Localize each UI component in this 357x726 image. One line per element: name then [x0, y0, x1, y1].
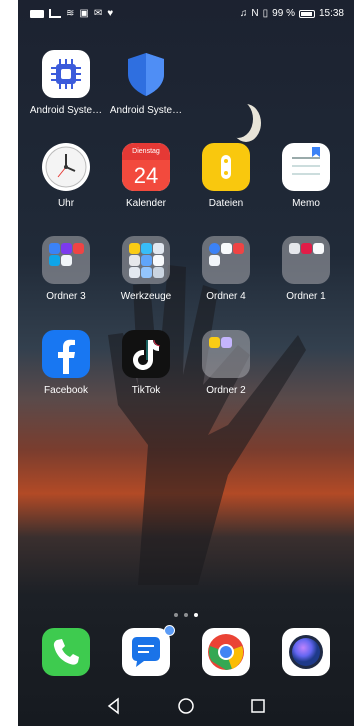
- phone-icon: [42, 628, 90, 676]
- status-left-icons: ≋ ▣ ✉ ♥: [30, 8, 113, 19]
- app-label: Facebook: [44, 385, 88, 396]
- android-system-shield-icon: [122, 50, 170, 98]
- messages-icon: [122, 628, 170, 676]
- moon-decoration: [223, 100, 253, 138]
- camera-icon: [282, 628, 330, 676]
- folder-ordner-1[interactable]: Ordner 1: [266, 236, 346, 302]
- carrier-icon: [30, 9, 44, 18]
- headset-icon: ♫: [239, 8, 248, 19]
- folder-ordner-3[interactable]: Ordner 3: [26, 236, 106, 302]
- android-system-chip-icon: [42, 50, 90, 98]
- app-facebook[interactable]: Facebook: [26, 330, 106, 396]
- home-screen: ≋ ▣ ✉ ♥ ♫ N ▯ 99 % 15:38 Android Syste… …: [18, 0, 354, 726]
- app-label: Ordner 3: [46, 291, 86, 302]
- folder-icon: [202, 330, 250, 378]
- back-button[interactable]: [104, 696, 124, 716]
- clock-time: 15:38: [318, 8, 344, 19]
- page-dot[interactable]: [174, 613, 178, 617]
- folder-icon: [42, 236, 90, 284]
- dock-messages[interactable]: [106, 625, 186, 676]
- page-dot-active[interactable]: [194, 613, 198, 617]
- battery-percent: 99 %: [272, 8, 295, 19]
- clock-icon: [42, 143, 90, 191]
- notification-badge-icon: [164, 625, 175, 636]
- wifi-icon: ≋: [66, 8, 75, 19]
- hand-silhouette: [108, 265, 306, 585]
- folder-ordner-4[interactable]: Ordner 4: [186, 236, 266, 302]
- app-label: Ordner 4: [206, 291, 246, 302]
- app-label: Ordner 2: [206, 385, 246, 396]
- navigation-bar: [18, 686, 354, 726]
- home-button[interactable]: [176, 696, 196, 716]
- app-label: Android Syste…: [29, 105, 103, 116]
- page-dot[interactable]: [184, 613, 188, 617]
- dock-chrome[interactable]: [186, 628, 266, 676]
- recents-button[interactable]: [248, 696, 268, 716]
- status-bar: ≋ ▣ ✉ ♥ ♫ N ▯ 99 % 15:38: [18, 0, 354, 28]
- app-android-system-1[interactable]: Android Syste…: [26, 50, 106, 116]
- page-indicator: [18, 604, 354, 622]
- status-right-icons: ♫ N ▯ 99 % 15:38: [240, 8, 344, 19]
- app-label: Ordner 1: [286, 291, 326, 302]
- app-memo[interactable]: Memo: [266, 143, 346, 209]
- files-icon: [202, 143, 250, 191]
- app-label: Memo: [292, 198, 320, 209]
- tiktok-icon: [122, 330, 170, 378]
- app-dateien[interactable]: Dateien: [186, 143, 266, 209]
- mail-icon: ✉: [93, 8, 103, 19]
- app-kalender[interactable]: Dienstag 24 Kalender: [106, 143, 186, 209]
- calendar-icon: Dienstag 24: [122, 143, 170, 191]
- app-label: Werkzeuge: [120, 291, 172, 302]
- dock-phone[interactable]: [26, 628, 106, 676]
- vibrate-icon: ▯: [262, 8, 269, 19]
- app-tiktok[interactable]: TikTok: [106, 330, 186, 396]
- notification-icon: ▣: [79, 8, 89, 19]
- battery-icon: [298, 9, 315, 18]
- app-label: TikTok: [131, 385, 161, 396]
- app-label: Android Syste…: [109, 105, 183, 116]
- chrome-icon: [202, 628, 250, 676]
- folder-ordner-2[interactable]: Ordner 2: [186, 330, 266, 396]
- memo-icon: [282, 143, 330, 191]
- app-label: Uhr: [57, 198, 75, 209]
- folder-icon: [122, 236, 170, 284]
- heart-icon: ♥: [107, 8, 114, 19]
- app-android-system-2[interactable]: Android Syste…: [106, 50, 186, 116]
- calendar-date-label: 24: [122, 160, 170, 191]
- facebook-icon: [42, 330, 90, 378]
- calendar-day-label: Dienstag: [122, 143, 170, 160]
- signal-icon: [49, 9, 61, 18]
- app-label: Dateien: [208, 198, 244, 209]
- app-label: Kalender: [125, 198, 167, 209]
- dock-camera[interactable]: [266, 628, 346, 676]
- folder-werkzeuge[interactable]: Werkzeuge: [106, 236, 186, 302]
- nfc-icon: N: [251, 8, 259, 19]
- folder-icon: [202, 236, 250, 284]
- app-uhr[interactable]: Uhr: [26, 143, 106, 209]
- folder-icon: [282, 236, 330, 284]
